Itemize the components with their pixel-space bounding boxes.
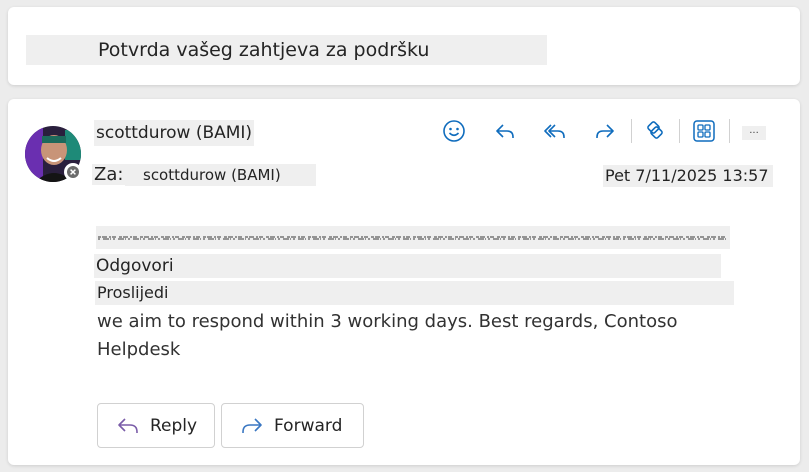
emoji-button[interactable]: [441, 119, 467, 143]
obscured-text-line: [96, 226, 730, 249]
message-body: we aim to respond within 3 working days.…: [97, 311, 678, 360]
more-actions-button[interactable]: ...: [742, 126, 766, 140]
toolbar-divider: [729, 119, 730, 143]
message-card: scottdurow (BAMI) Za: scottdurow (BAMI) …: [8, 99, 800, 465]
sent-date: Pet 7/11/2025 13:57: [603, 165, 773, 187]
emoji-icon: [443, 120, 465, 142]
reply-all-icon: [544, 124, 565, 138]
reply-all-toolbar-button[interactable]: [541, 119, 567, 143]
presence-offline-icon: [64, 163, 82, 181]
reply-button-label: Reply: [150, 415, 198, 436]
toolbar-divider: [679, 119, 680, 143]
subject-card: Potvrda vašeg zahtjeva za podršku: [8, 7, 800, 85]
reply-icon: [496, 124, 514, 138]
reply-icon: [118, 417, 138, 433]
forward-icon: [596, 124, 614, 138]
forward-toolbar-button[interactable]: [592, 119, 618, 143]
reply-text: Odgovori: [94, 254, 721, 278]
reply-toolbar-button[interactable]: [492, 119, 518, 143]
loop-button[interactable]: [642, 119, 668, 143]
toolbar-divider: [631, 119, 632, 143]
apps-button[interactable]: [691, 119, 717, 143]
forward-button-label: Forward: [274, 415, 343, 436]
to-label: Za:: [92, 164, 126, 185]
loop-icon: [647, 121, 663, 139]
sender-name[interactable]: scottdurow (BAMI): [94, 120, 255, 146]
forward-button[interactable]: Forward: [221, 403, 364, 448]
apps-icon: [693, 120, 715, 142]
recipient-name[interactable]: scottdurow (BAMI): [125, 164, 316, 186]
reply-button[interactable]: Reply: [97, 403, 215, 448]
email-subject: Potvrda vašeg zahtjeva za podršku: [26, 35, 547, 65]
recipients-row: Za: scottdurow (BAMI): [92, 164, 316, 186]
forward-icon: [242, 417, 262, 433]
forward-text: Proslijedi: [95, 281, 734, 305]
